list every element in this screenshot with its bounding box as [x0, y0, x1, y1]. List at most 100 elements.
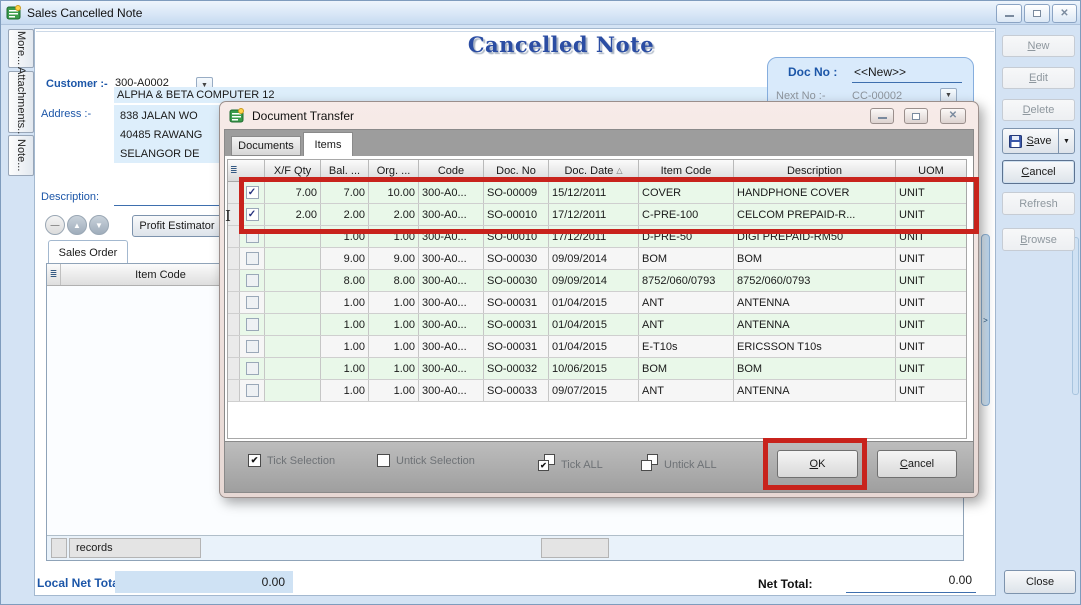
delete-button[interactable]: Delete: [1002, 99, 1075, 121]
sidebar-tab-more[interactable]: More...: [8, 29, 34, 68]
doc-no-value[interactable]: <<New>>: [854, 65, 906, 79]
cell-code[interactable]: 300-A0...: [419, 270, 484, 291]
cell-bal[interactable]: 9.00: [321, 248, 369, 269]
cell-org[interactable]: 1.00: [369, 336, 419, 357]
minimize-button[interactable]: [996, 4, 1022, 23]
move-down-button[interactable]: ▼: [89, 215, 109, 235]
description-field[interactable]: [114, 189, 219, 206]
row-checkbox[interactable]: [246, 252, 259, 265]
close-button[interactable]: Close: [1004, 570, 1076, 594]
row-checkbox[interactable]: [246, 362, 259, 375]
dialog-close-button[interactable]: ✕: [940, 108, 966, 124]
cell-org[interactable]: 1.00: [369, 380, 419, 401]
cell-doc_no[interactable]: SO-00032: [484, 358, 549, 379]
cell-doc_no[interactable]: SO-00031: [484, 314, 549, 335]
cell-code[interactable]: 300-A0...: [419, 292, 484, 313]
cell-doc_no[interactable]: SO-00031: [484, 336, 549, 357]
table-row[interactable]: 1.00 1.00 300-A0... SO-00032 10/06/2015 …: [228, 358, 966, 380]
table-row[interactable]: 9.00 9.00 300-A0... SO-00030 09/09/2014 …: [228, 248, 966, 270]
tab-items[interactable]: Items: [303, 132, 353, 156]
cell-uom[interactable]: UNIT: [896, 248, 966, 269]
cell-uom[interactable]: UNIT: [896, 314, 966, 335]
cell-xf[interactable]: [265, 248, 321, 269]
cell-xf[interactable]: [265, 292, 321, 313]
cell-item_code[interactable]: ANT: [639, 292, 734, 313]
save-button[interactable]: Save: [1003, 135, 1058, 148]
cell-doc_date[interactable]: 09/09/2014: [549, 270, 639, 291]
cell-description[interactable]: ANTENNA: [734, 292, 896, 313]
cell-org[interactable]: 1.00: [369, 358, 419, 379]
row-checkbox[interactable]: [246, 274, 259, 287]
edit-button[interactable]: Edit: [1002, 67, 1075, 89]
cell-bal[interactable]: 1.00: [321, 314, 369, 335]
cell-uom[interactable]: UNIT: [896, 380, 966, 401]
remove-row-button[interactable]: —: [45, 215, 65, 235]
cell-org[interactable]: 1.00: [369, 314, 419, 335]
untick-selection-button[interactable]: Untick Selection: [377, 454, 475, 467]
right-scrollbar-thumb[interactable]: [1072, 237, 1079, 395]
cell-xf[interactable]: [265, 336, 321, 357]
cell-item_code[interactable]: BOM: [639, 248, 734, 269]
move-up-button[interactable]: ▲: [67, 215, 87, 235]
tab-sales-order[interactable]: Sales Order: [48, 240, 128, 264]
dialog-minimize-button[interactable]: [870, 108, 894, 124]
table-row[interactable]: 1.00 1.00 300-A0... SO-00033 09/07/2015 …: [228, 380, 966, 402]
cell-xf[interactable]: [265, 380, 321, 401]
cell-bal[interactable]: 1.00: [321, 292, 369, 313]
cell-uom[interactable]: UNIT: [896, 292, 966, 313]
cell-code[interactable]: 300-A0...: [419, 248, 484, 269]
cell-org[interactable]: 9.00: [369, 248, 419, 269]
restore-button[interactable]: [1024, 4, 1050, 23]
cell-xf[interactable]: [265, 358, 321, 379]
cell-doc_no[interactable]: SO-00033: [484, 380, 549, 401]
cell-org[interactable]: 1.00: [369, 292, 419, 313]
table-row[interactable]: 1.00 1.00 300-A0... SO-00031 01/04/2015 …: [228, 336, 966, 358]
cell-item_code[interactable]: E-T10s: [639, 336, 734, 357]
cell-uom[interactable]: UNIT: [896, 358, 966, 379]
cell-bal[interactable]: 1.00: [321, 380, 369, 401]
cell-code[interactable]: 300-A0...: [419, 336, 484, 357]
row-checkbox[interactable]: [246, 384, 259, 397]
untick-all-button[interactable]: Untick ALL: [641, 454, 717, 471]
sidebar-tab-attachments[interactable]: Attachments...: [8, 71, 34, 133]
panel-expander[interactable]: >: [981, 234, 990, 406]
cell-doc_date[interactable]: 09/07/2015: [549, 380, 639, 401]
cell-xf[interactable]: [265, 314, 321, 335]
profit-estimator-button[interactable]: Profit Estimator: [132, 215, 222, 237]
cell-code[interactable]: 300-A0...: [419, 380, 484, 401]
column-chooser-icon[interactable]: ≣: [47, 264, 61, 285]
cell-doc_no[interactable]: SO-00030: [484, 270, 549, 291]
cell-doc_date[interactable]: 01/04/2015: [549, 336, 639, 357]
table-row[interactable]: 8.00 8.00 300-A0... SO-00030 09/09/2014 …: [228, 270, 966, 292]
tab-documents[interactable]: Documents: [231, 136, 301, 156]
row-checkbox-cell[interactable]: [240, 292, 265, 313]
row-checkbox[interactable]: [246, 340, 259, 353]
cell-uom[interactable]: UNIT: [896, 336, 966, 357]
cell-description[interactable]: 8752/060/0793: [734, 270, 896, 291]
new-button[interactable]: New: [1002, 35, 1075, 57]
cell-item_code[interactable]: 8752/060/0793: [639, 270, 734, 291]
row-checkbox[interactable]: [246, 296, 259, 309]
refresh-button[interactable]: Refresh: [1002, 192, 1075, 215]
row-checkbox-cell[interactable]: [240, 248, 265, 269]
cell-xf[interactable]: [265, 270, 321, 291]
cell-item_code[interactable]: ANT: [639, 380, 734, 401]
row-checkbox-cell[interactable]: [240, 336, 265, 357]
table-row[interactable]: 1.00 1.00 300-A0... SO-00031 01/04/2015 …: [228, 314, 966, 336]
cell-bal[interactable]: 8.00: [321, 270, 369, 291]
row-checkbox-cell[interactable]: [240, 358, 265, 379]
cell-description[interactable]: ERICSSON T10s: [734, 336, 896, 357]
cell-doc_date[interactable]: 01/04/2015: [549, 314, 639, 335]
row-checkbox-cell[interactable]: [240, 314, 265, 335]
cell-description[interactable]: ANTENNA: [734, 380, 896, 401]
cell-bal[interactable]: 1.00: [321, 336, 369, 357]
cell-description[interactable]: BOM: [734, 248, 896, 269]
save-dropdown-button[interactable]: ▼: [1058, 129, 1074, 153]
cell-description[interactable]: ANTENNA: [734, 314, 896, 335]
cell-item_code[interactable]: ANT: [639, 314, 734, 335]
close-window-button[interactable]: ✕: [1052, 4, 1077, 23]
cell-description[interactable]: BOM: [734, 358, 896, 379]
cell-bal[interactable]: 1.00: [321, 358, 369, 379]
cell-uom[interactable]: UNIT: [896, 270, 966, 291]
cell-doc_date[interactable]: 10/06/2015: [549, 358, 639, 379]
